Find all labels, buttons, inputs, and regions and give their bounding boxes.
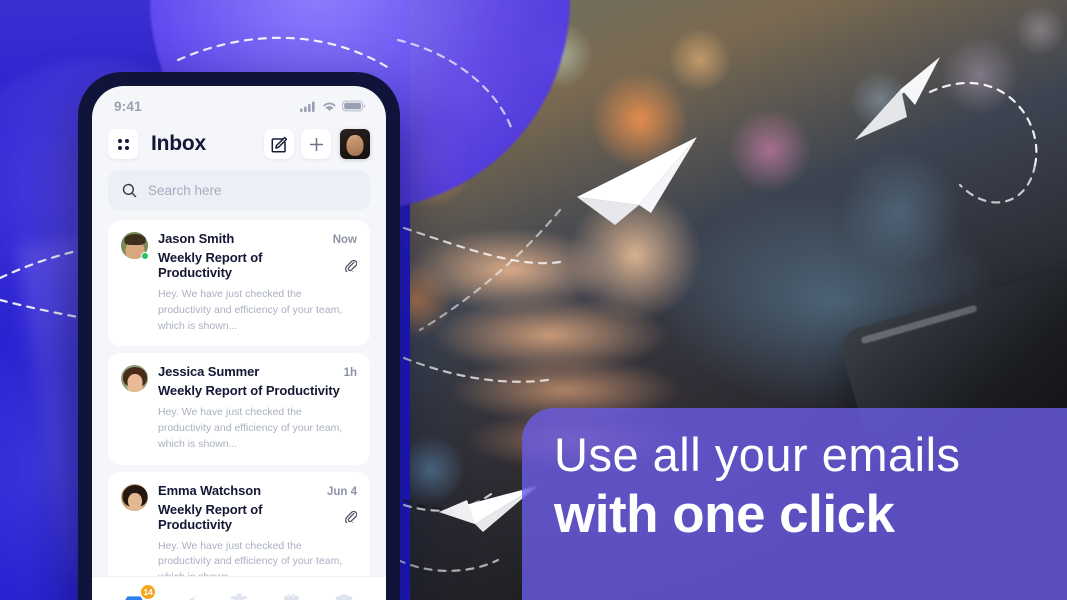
attachment-icon [344,510,357,523]
paper-plane-icon [577,137,697,225]
nav-inbox[interactable]: 14 [119,583,157,600]
inbox-badge: 14 [140,583,157,600]
grid-menu-button[interactable] [108,129,138,159]
list-item[interactable]: Jessica Summer 1h Weekly Report of Produ… [108,353,370,465]
online-indicator [141,252,149,260]
avatar [121,232,149,260]
add-button[interactable] [301,129,331,159]
email-preview: Hey. We have just checked the productivi… [158,406,343,450]
status-time: 9:41 [114,98,142,114]
nav-sent[interactable] [172,590,202,600]
email-subject: Weekly Report of Productivity [158,250,263,280]
avatar [121,365,148,393]
avatar[interactable] [340,129,370,159]
list-item[interactable]: Jason Smith Now Weekly Report of Product… [108,220,370,347]
status-bar: 9:41 [92,86,386,120]
attachment-icon [344,259,357,272]
email-subject: Weekly Report of Productivity [158,383,340,399]
battery-icon [342,100,366,112]
signal-icon [300,101,315,112]
send-plane-icon [188,596,197,600]
nav-spam[interactable] [329,590,359,600]
nav-trash[interactable] [224,590,254,600]
page-title: Inbox [151,132,206,155]
search-input[interactable]: Search here [108,170,370,210]
compose-button[interactable] [264,129,294,159]
phone-screen: 9:41 Inbox Search here Jason Smith Now W… [92,86,386,600]
search-icon [122,183,137,197]
bottom-navigation: 14 [92,576,386,600]
scene: 9:41 Inbox Search here Jason Smith Now W… [0,0,1067,600]
trash-icon [230,593,248,600]
promo-headline-line2: with one click [554,484,895,544]
email-sender: Jason Smith [158,231,235,246]
grid-dots-icon [117,138,129,150]
compose-icon [271,136,287,152]
email-time: Now [332,234,357,246]
email-sender: Jessica Summer [158,364,260,380]
email-preview: Hey. We have just checked the productivi… [158,288,343,332]
wifi-icon [323,102,336,111]
phone-mockup: 9:41 Inbox Search here Jason Smith Now W… [78,72,400,600]
email-sender: Emma Watchson [158,482,261,498]
promo-panel: Use all your emails with one click [522,408,1067,600]
avatar [121,483,148,511]
promo-headline-line1: Use all your emails [554,428,961,481]
email-list: Jason Smith Now Weekly Report of Product… [92,220,386,600]
app-header: Inbox [92,120,386,166]
shield-alert-icon [335,594,352,600]
plus-icon [309,137,323,151]
email-subject: Weekly Report of Productivity [158,501,263,532]
avatar-face [346,134,364,156]
email-time: 1h [343,367,357,380]
status-icons [300,100,366,112]
nav-archive[interactable] [276,590,306,600]
search-placeholder: Search here [148,182,222,198]
archive-icon [284,593,299,600]
email-time: Jun 4 [326,485,357,498]
paper-plane-icon [855,57,940,140]
